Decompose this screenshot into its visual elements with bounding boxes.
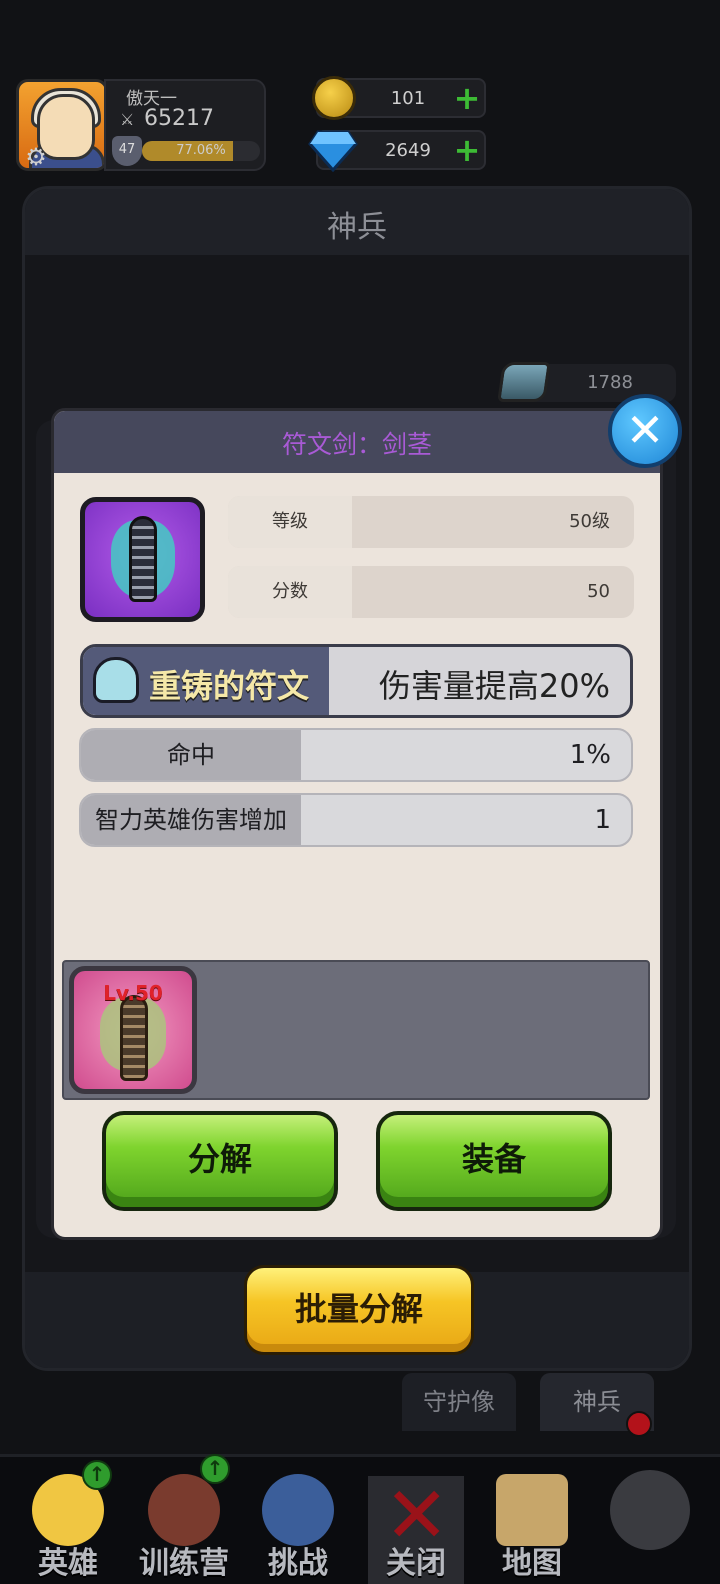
exp-bar: 77.06%	[142, 141, 260, 161]
exp-text: 77.06%	[176, 143, 226, 158]
close-button[interactable]: ✕	[608, 394, 682, 468]
player-level: 47	[118, 142, 136, 157]
shield-sword-icon	[262, 1474, 334, 1546]
close-icon: ✕	[625, 403, 665, 457]
panel-title: 神兵	[327, 210, 387, 245]
nav-label: 英雄	[38, 1546, 98, 1581]
attribute-row: 智力英雄伤害增加 1	[79, 793, 633, 847]
level-shield-icon: 47	[112, 136, 142, 166]
nav-training-camp[interactable]: ↑ 训练营	[134, 1454, 234, 1581]
stat-key: 等级	[228, 496, 352, 548]
gem-value: 2649	[385, 140, 431, 161]
nav-heroes[interactable]: ↑ 英雄	[18, 1460, 118, 1581]
decompose-button[interactable]: 分解	[102, 1111, 338, 1211]
stat-key: 分数	[228, 566, 352, 618]
power-icon: ⚔	[120, 110, 135, 129]
map-icon	[496, 1474, 568, 1546]
batch-decompose-button[interactable]: 批量分解	[244, 1265, 474, 1355]
nav-label: 地图	[502, 1546, 562, 1581]
attribute-key: 智力英雄伤害增加	[81, 795, 301, 845]
modal-title: 符文剑：剑茎	[281, 430, 432, 459]
nav-locked[interactable]	[600, 1460, 700, 1580]
attribute-value: 1%	[569, 740, 611, 770]
player-avatar[interactable]: ⚙	[16, 79, 108, 171]
stat-row-score: 分数 50	[228, 566, 634, 618]
player-power: 65217	[144, 106, 214, 131]
attribute-key: 命中	[81, 730, 301, 780]
rune-label-panel: 重铸的符文	[83, 647, 329, 715]
rune-row: 重铸的符文 伤害量提高20%	[80, 644, 633, 718]
close-x-icon: ✕	[384, 1471, 450, 1561]
add-gold-button[interactable]: +	[452, 82, 482, 114]
nav-label: 挑战	[268, 1546, 328, 1581]
rune-name: 重铸的符文	[149, 667, 310, 705]
nav-label: 训练营	[139, 1546, 229, 1581]
ore-icon	[497, 362, 551, 402]
rune-effect: 伤害量提高20%	[378, 667, 610, 705]
up-arrow-icon: ↑	[82, 1460, 112, 1490]
attribute-value: 1	[594, 805, 611, 835]
weapon-icon	[80, 497, 205, 622]
up-arrow-icon: ↑	[200, 1454, 230, 1484]
nav-map[interactable]: 地图	[482, 1460, 582, 1581]
lock-icon	[610, 1470, 690, 1550]
gold-value: 101	[390, 88, 426, 109]
ghost-icon	[93, 657, 139, 703]
add-gem-button[interactable]: +	[452, 134, 482, 166]
sword-hilt-icon	[120, 995, 148, 1081]
slot-level-label: Lv.50	[103, 981, 163, 1005]
attribute-row: 命中 1%	[79, 728, 633, 782]
sword-hilt-icon	[129, 516, 157, 602]
ore-value: 1788	[587, 372, 633, 393]
nav-challenge[interactable]: 挑战	[248, 1460, 348, 1581]
stat-value: 50级	[569, 511, 610, 532]
tab-guardian[interactable]: 守护像	[402, 1373, 516, 1431]
target-icon	[148, 1474, 220, 1546]
stat-value: 50	[587, 581, 610, 602]
notification-dot	[626, 1411, 652, 1437]
equip-button[interactable]: 装备	[376, 1111, 612, 1211]
inventory-slot[interactable]: Lv.50	[69, 966, 197, 1094]
stat-row-level: 等级 50级	[228, 496, 634, 548]
gear-icon[interactable]: ⚙	[23, 144, 49, 168]
